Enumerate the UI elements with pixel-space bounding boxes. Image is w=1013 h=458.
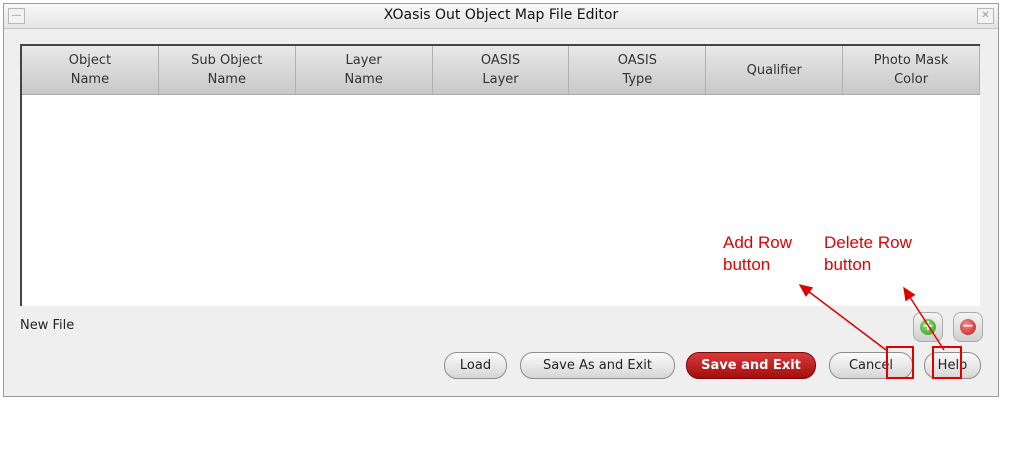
- add-row-arrow: [798, 284, 887, 351]
- annotation-arrows: [798, 284, 945, 351]
- delete-row-arrow: [903, 286, 945, 351]
